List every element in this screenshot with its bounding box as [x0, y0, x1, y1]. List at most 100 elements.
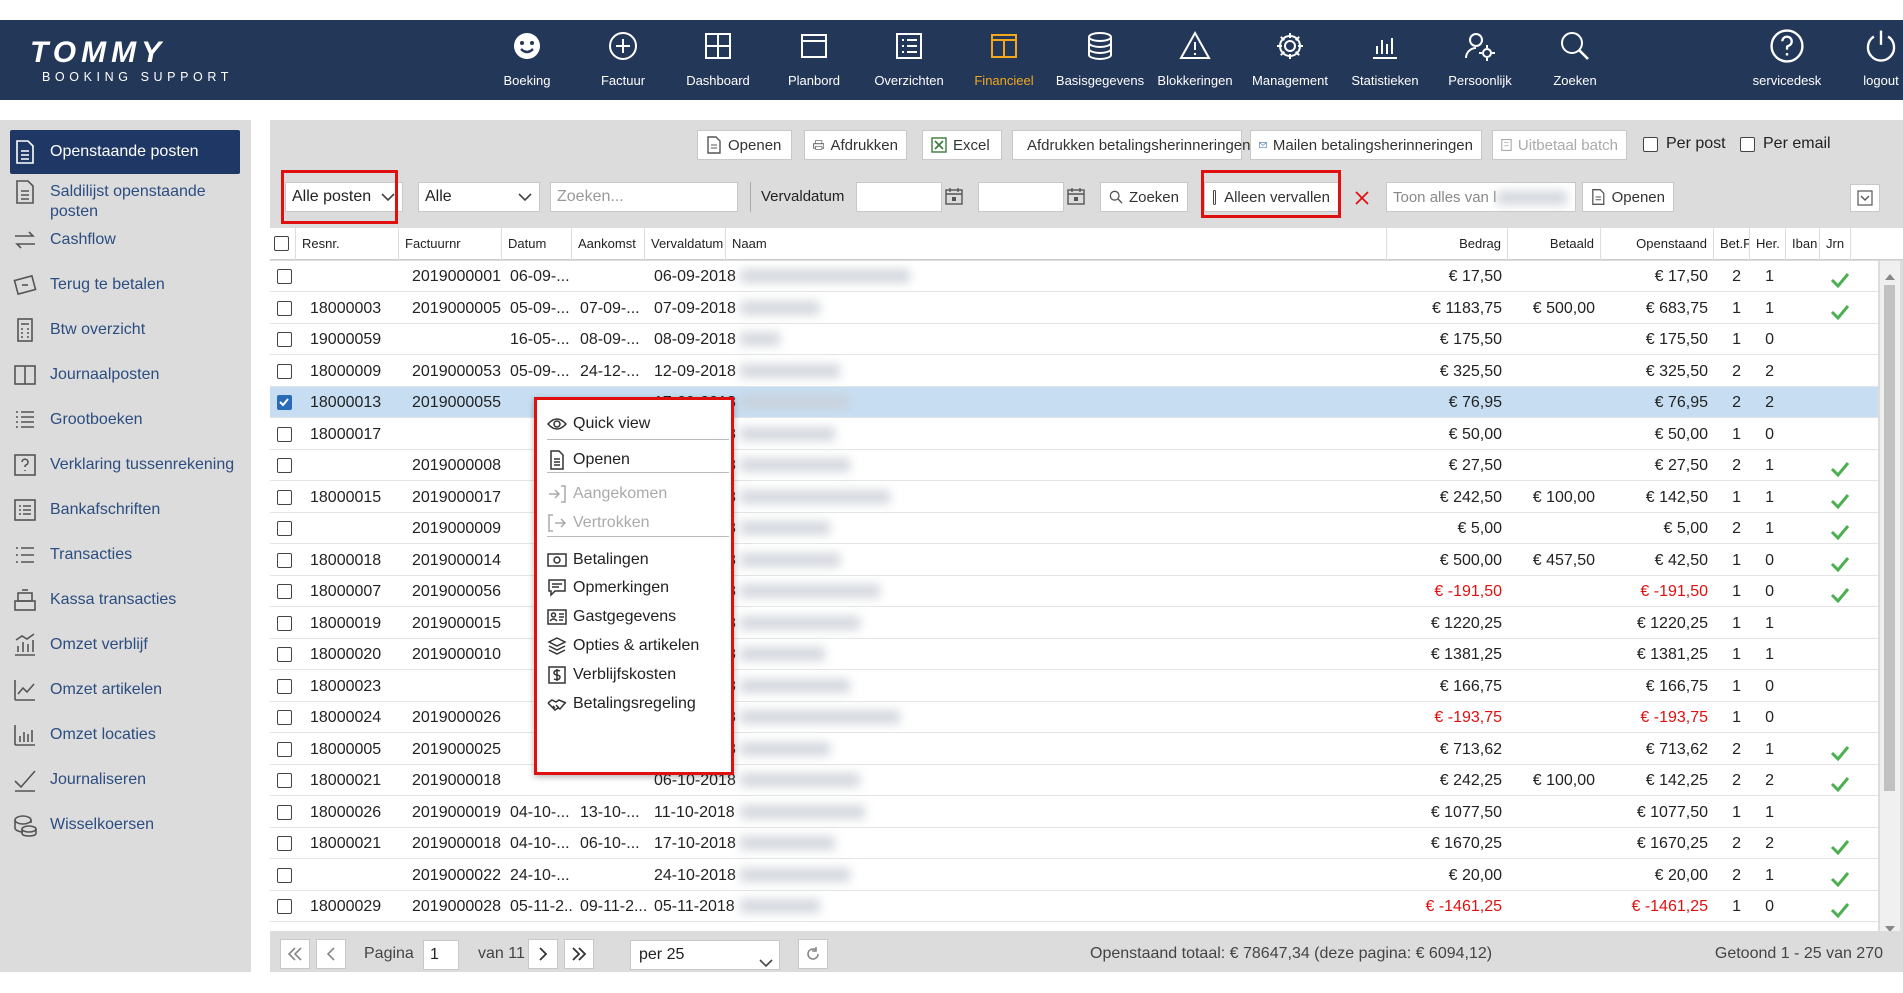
sidebar-item-journaliseren[interactable]: Journaliseren — [10, 766, 240, 794]
sidebar-item-verklaring-tussenrekening[interactable]: Verklaring tussenrekening — [10, 451, 240, 479]
row-checkbox[interactable] — [277, 332, 292, 347]
table-row[interactable]: 18000007201900005604-10-2018€ -191,50€ -… — [270, 576, 1878, 607]
per-post-box[interactable] — [1643, 136, 1658, 152]
table-row[interactable]: 201900000820-09-2018€ 27,50€ 27,5021 — [270, 450, 1878, 481]
context-item-vertrokken[interactable]: Vertrokken — [547, 513, 649, 533]
sidebar-item-omzet-verblijf[interactable]: Omzet verblijf — [10, 631, 240, 659]
sidebar-item-btw-overzicht[interactable]: Btw overzicht — [10, 316, 240, 344]
mail-reminders-button[interactable]: Mailen betalingsherinneringen — [1250, 130, 1482, 160]
print-button[interactable]: Afdrukken — [804, 130, 907, 160]
sidebar-item-cashflow[interactable]: Cashflow — [10, 226, 240, 254]
select-all-checkbox[interactable] — [274, 236, 289, 251]
collapse-button[interactable] — [1850, 184, 1880, 212]
context-item-betalingen[interactable]: Betalingen — [547, 550, 649, 570]
column-header-iban[interactable]: Iban — [1786, 228, 1820, 260]
nav-statistieken[interactable]: Statistieken — [1350, 20, 1420, 100]
column-header-her[interactable]: Her. — [1750, 228, 1786, 260]
table-row[interactable]: 18000019201900001504-10-2018€ 1220,25€ 1… — [270, 608, 1878, 639]
column-header-aankomst[interactable]: Aankomst — [572, 228, 645, 260]
row-checkbox[interactable] — [277, 710, 292, 725]
table-row[interactable]: 18000021 2019000018 04-10-... 06-10-... 17-1… — [270, 828, 1878, 859]
payout-batch-button[interactable]: Uitbetaal batch — [1492, 130, 1627, 160]
table-row[interactable]: 18000029 2019000028 05-11-2... 09-11-2... 05… — [270, 891, 1878, 922]
nav-financieel[interactable]: Financieel — [969, 20, 1039, 100]
row-checkbox[interactable] — [277, 300, 292, 316]
row-checkbox[interactable] — [277, 584, 292, 599]
row-checkbox[interactable] — [277, 552, 292, 568]
nav-boeking[interactable]: Boeking — [492, 20, 562, 100]
table-row[interactable]: 1800002304-10-2018€ 166,75€ 166,7510 — [270, 671, 1878, 702]
context-item-opties-artikelen[interactable]: Opties & artikelen — [547, 636, 699, 656]
per-email-box[interactable] — [1740, 136, 1755, 152]
sidebar-item-kassa-transacties[interactable]: Kassa transacties — [10, 586, 240, 614]
context-item-aangekomen[interactable]: Aangekomen — [547, 484, 667, 504]
open-button[interactable]: Openen — [697, 130, 792, 160]
tommy-logo[interactable]: TOMMY BOOKING SUPPORT — [30, 38, 233, 85]
nav-servicedesk[interactable]: servicedesk — [1752, 20, 1822, 100]
row-checkbox[interactable] — [277, 899, 292, 914]
column-header-factuurnr[interactable]: Factuurnr — [399, 228, 502, 260]
context-item-verblijfskosten[interactable]: Verblijfskosten — [547, 665, 676, 685]
column-header-openstaand[interactable]: Openstaand — [1601, 228, 1714, 260]
status-select[interactable]: Alle — [418, 182, 540, 212]
table-row[interactable]: 1800001720-09-2018€ 50,00€ 50,0010 — [270, 419, 1878, 450]
nav-zoeken[interactable]: Zoeken — [1540, 20, 1610, 100]
vertical-scrollbar[interactable] — [1880, 261, 1900, 932]
show-all-input[interactable]: Toon alles van l — [1386, 182, 1576, 212]
context-item-betalingsregeling[interactable]: Betalingsregeling — [547, 694, 696, 714]
table-row[interactable]: 18000020201900001004-10-2018€ 1381,25€ 1… — [270, 639, 1878, 670]
table-row[interactable]: 18000026 2019000019 04-10-... 13-10-... 11-1… — [270, 797, 1878, 828]
sidebar-item-wisselkoersen[interactable]: Wisselkoersen — [10, 811, 240, 839]
row-checkbox[interactable] — [277, 647, 292, 662]
scrollbar-thumb[interactable] — [1884, 285, 1895, 791]
print-reminders-button[interactable]: Afdrukken betalingsherinneringen — [1012, 130, 1250, 160]
due-date-to-input[interactable] — [978, 182, 1064, 212]
calendar-icon[interactable] — [1066, 186, 1086, 211]
row-checkbox[interactable] — [277, 615, 292, 631]
table-row[interactable]: 2019000001 06-09-... 06-09-2018 € 17,50 € 17… — [270, 261, 1878, 292]
row-checkbox[interactable] — [277, 269, 292, 284]
nav-logout[interactable]: logout — [1846, 20, 1903, 100]
scroll-up-icon[interactable] — [1885, 267, 1895, 285]
column-header-jrn[interactable]: Jrn — [1820, 228, 1852, 260]
table-row[interactable]: 19000059 16-05-... 08-09-... 08-09-2018 € 17… — [270, 324, 1878, 355]
column-header-betaald[interactable]: Betaald — [1508, 228, 1601, 260]
row-checkbox[interactable] — [277, 521, 292, 536]
sidebar-item-openstaande-posten[interactable]: Openstaande posten — [10, 130, 240, 174]
row-checkbox[interactable] — [277, 363, 292, 379]
context-item-quick-view[interactable]: Quick view — [547, 414, 650, 434]
context-item-opmerkingen[interactable]: Opmerkingen — [547, 578, 669, 598]
per-post-checkbox[interactable]: Per post — [1643, 135, 1726, 153]
row-checkbox[interactable] — [277, 741, 292, 757]
row-checkbox[interactable] — [277, 836, 292, 851]
table-row[interactable]: 18000018201900001428-09-2018€ 500,00€ 45… — [270, 545, 1878, 576]
sidebar-item-journaalposten[interactable]: Journaalposten — [10, 361, 240, 389]
column-header-vervaldatum[interactable]: Vervaldatum — [645, 228, 726, 260]
nav-blokkeringen[interactable]: Blokkeringen — [1157, 20, 1233, 100]
table-row[interactable]: 18000005201900002505-10-2018€ 713,62€ 71… — [270, 734, 1878, 765]
nav-basisgegevens[interactable]: Basisgegevens — [1056, 20, 1144, 100]
row-checkbox[interactable] — [277, 458, 292, 473]
nav-dashboard[interactable]: Dashboard — [683, 20, 753, 100]
sidebar-item-bankafschriften[interactable]: Bankafschriften — [10, 496, 240, 524]
chevron-down-icon[interactable] — [511, 183, 539, 211]
row-checkbox[interactable] — [277, 489, 292, 505]
per-email-checkbox[interactable]: Per email — [1740, 135, 1831, 153]
due-date-from-input[interactable] — [856, 182, 942, 212]
column-header-naam[interactable]: Naam — [726, 228, 1387, 260]
row-checkbox[interactable] — [277, 395, 292, 410]
sidebar-item-grootboeken[interactable]: Grootboeken — [10, 406, 240, 434]
row-checkbox[interactable] — [277, 773, 292, 788]
table-row[interactable]: 18000003 2019000005 05-09-... 07-09-... 07-0… — [270, 293, 1878, 324]
nav-factuur[interactable]: Factuur — [588, 20, 658, 100]
zoeken-button[interactable]: Zoeken — [1100, 182, 1188, 212]
next-page-button[interactable] — [528, 939, 558, 969]
last-page-button[interactable] — [564, 939, 594, 969]
sidebar-item-saldilijst-openstaande-posten[interactable]: Saldilijst openstaande posten — [10, 178, 240, 222]
column-header-datum[interactable]: Datum — [502, 228, 572, 260]
table-row[interactable]: 18000021 2019000018 06-10-2018 € 242,25 € 10… — [270, 765, 1878, 796]
first-page-button[interactable] — [280, 939, 310, 969]
nav-management[interactable]: Management — [1252, 20, 1328, 100]
table-row[interactable]: 18000009 2019000053 05-09-... 24-12-... 12-0… — [270, 356, 1878, 387]
page-size-select[interactable]: per 25 — [630, 940, 780, 970]
